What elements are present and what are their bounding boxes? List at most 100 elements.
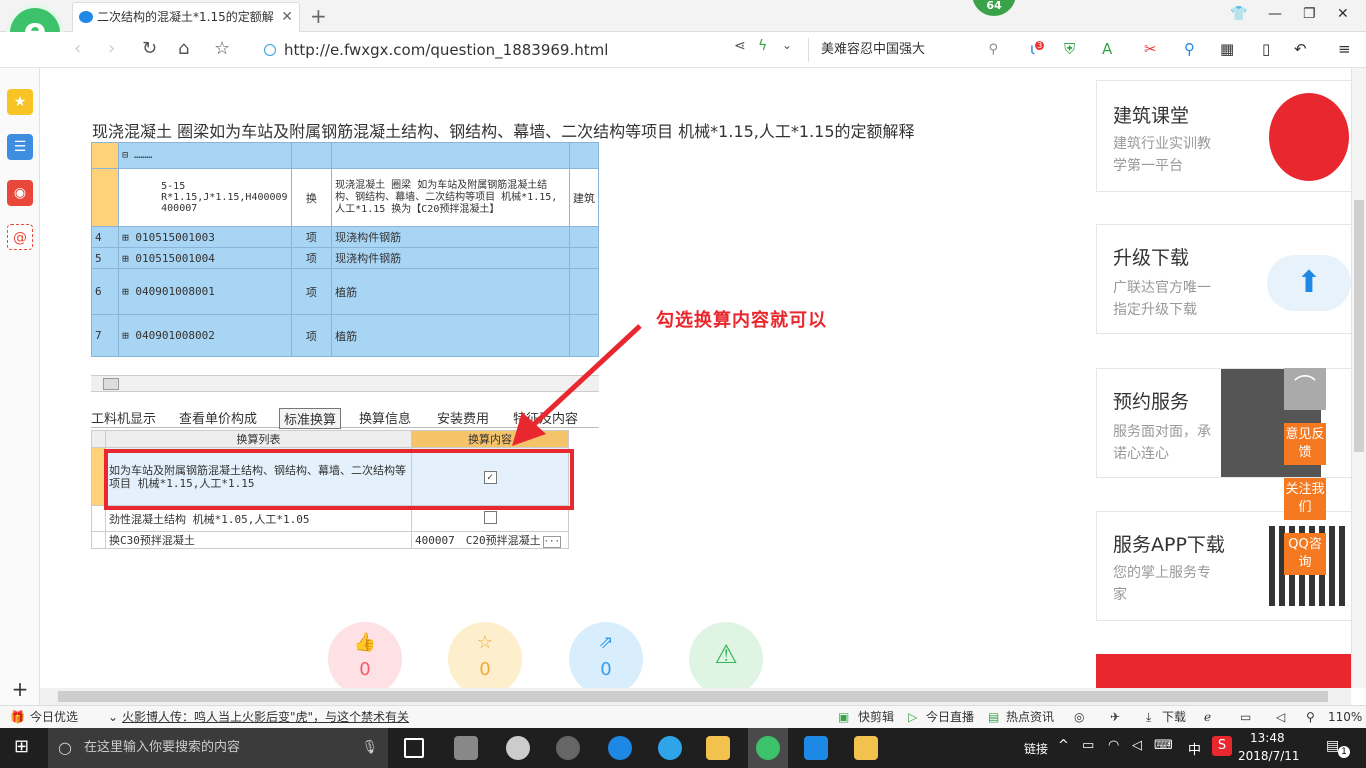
ad-card[interactable]: 建筑课堂 建筑行业实训教 学第一平台 (1096, 80, 1352, 192)
edge-icon[interactable] (608, 736, 632, 760)
scroll-thumb[interactable] (103, 378, 119, 390)
apps-icon[interactable]: ▦ (1220, 40, 1234, 58)
favorite-button[interactable]: ☆ 0 (448, 622, 522, 696)
status-item[interactable]: 快剪辑 (858, 706, 894, 728)
security-icon[interactable]: ⛨ (1064, 40, 1075, 58)
tray-link[interactable]: 链接 (1024, 740, 1048, 757)
refresh-icon[interactable]: ↻ (142, 38, 157, 59)
browser-icon[interactable]: ℯ (1204, 706, 1211, 728)
forward-icon[interactable]: › (108, 38, 115, 59)
scroll-thumb[interactable] (1354, 200, 1364, 452)
reading-mode-icon[interactable]: ▯ (1262, 40, 1270, 58)
speed-icon[interactable]: ◎ (1074, 706, 1084, 728)
chat-app-icon[interactable] (804, 736, 828, 760)
expand-icon[interactable]: ⊞ (122, 252, 135, 265)
horizontal-scrollbar[interactable] (40, 688, 1351, 705)
report-button[interactable]: ⚠ (689, 622, 763, 696)
tab-conversion-info[interactable]: 换算信息 (359, 408, 411, 427)
ime-language[interactable]: 中 (1188, 739, 1201, 758)
follow-button[interactable]: 关注我们 (1284, 478, 1326, 520)
qq-button[interactable]: QQ咨询 (1284, 533, 1326, 575)
feedback-button[interactable]: 意见反馈 (1284, 423, 1326, 465)
chevron-down-icon[interactable]: ⌄ (782, 38, 792, 52)
back-icon[interactable]: ‹ (74, 38, 81, 59)
status-item[interactable]: 热点资讯 (1006, 706, 1054, 728)
window-icon[interactable]: ▭ (1240, 706, 1251, 728)
tab-unit-price[interactable]: 查看单价构成 (179, 408, 257, 427)
task-view-icon[interactable] (404, 738, 424, 758)
folder-icon[interactable] (706, 736, 730, 760)
status-item[interactable]: 今日直播 (926, 706, 974, 728)
browser-tab[interactable]: 二次结构的混凝土*1.15的定额解 ✕ (72, 2, 300, 32)
status-item[interactable]: 下载 (1162, 706, 1186, 728)
notification-badge[interactable]: 64 (972, 0, 1016, 16)
zoom-level[interactable]: 110% (1328, 706, 1362, 728)
ad-card[interactable]: 升级下载 广联达官方唯一 指定升级下载 ⬆ (1096, 224, 1352, 334)
like-button[interactable]: 👍 0 (328, 622, 402, 696)
mail-icon[interactable]: @ (7, 224, 33, 250)
chevron-down-icon[interactable]: ⌄ (108, 706, 118, 728)
clock-date[interactable]: 2018/7/11 (1238, 749, 1300, 763)
sound-icon[interactable]: ◁ (1276, 706, 1285, 728)
sogou-icon[interactable]: S (1212, 736, 1232, 756)
undo-icon[interactable]: ↶ (1294, 40, 1307, 58)
ie-icon[interactable] (658, 736, 682, 760)
windows-start-icon[interactable]: ⊞ (14, 736, 29, 757)
wifi-icon[interactable]: ◠ (1108, 738, 1119, 753)
news-link[interactable]: 火影博人传：鸣人当上火影后变"虎"，与这个禁术有关 (122, 706, 409, 728)
conversion-checkbox[interactable] (483, 510, 497, 524)
microphone-icon[interactable]: 🎙 (361, 728, 378, 768)
page-scrollbar[interactable] (1351, 68, 1366, 688)
ad-banner[interactable] (1096, 654, 1352, 688)
minimize-icon[interactable]: — (1268, 6, 1282, 22)
notes-app-icon[interactable] (854, 736, 878, 760)
scissors-icon[interactable]: ✂ (1144, 40, 1157, 58)
share-icon[interactable]: ⋖ (734, 38, 746, 54)
pin-icon[interactable]: ✈ (1110, 706, 1120, 728)
scroll-thumb[interactable] (58, 691, 1328, 702)
expand-icon[interactable]: ⊞ (122, 285, 135, 298)
conversion-row[interactable]: 换C30预拌混凝土 400007 C20预拌混凝土 ··· (91, 531, 569, 549)
battery-icon[interactable]: ▭ (1082, 738, 1094, 753)
home-icon[interactable]: ⌂ (178, 38, 189, 59)
fan-app-icon[interactable] (454, 736, 478, 760)
tab-material[interactable]: 工料机显示 (91, 408, 156, 427)
maximize-icon[interactable]: ❐ (1303, 6, 1316, 22)
favorite-icon[interactable]: ☆ (214, 38, 230, 59)
add-icon[interactable]: + (7, 676, 33, 702)
today-picks[interactable]: 今日优选 (30, 706, 78, 728)
back-to-top-icon[interactable]: ⌒ (1284, 368, 1326, 410)
expand-icon[interactable]: ⊞ (122, 329, 135, 342)
translate-icon[interactable]: A (1102, 40, 1112, 58)
list-icon[interactable]: ☰ (7, 134, 33, 160)
close-window-icon[interactable]: ✕ (1337, 6, 1349, 22)
search-icon[interactable]: ⚲ (988, 38, 998, 62)
address-bar[interactable]: http://e.fwxgx.com/question_1883969.html (262, 38, 802, 62)
volume-icon[interactable]: ◁ (1132, 738, 1142, 753)
lightning-icon[interactable]: ϟ (758, 38, 767, 54)
taskbar-search[interactable]: ○ 在这里输入你要搜索的内容 🎙 (48, 728, 388, 768)
tab-install-fee[interactable]: 安装费用 (437, 408, 489, 427)
close-tab-icon[interactable]: ✕ (281, 3, 293, 31)
expand-icon[interactable]: ⊞ (122, 231, 135, 244)
browser-task-active[interactable] (748, 728, 788, 768)
chevron-up-icon[interactable]: ^ (1058, 738, 1069, 753)
table-row[interactable]: 5 ⊞ 010515001004 项 现浇构件钢筋 (90, 247, 599, 269)
tab-standard-conversion[interactable]: 标准换算 (279, 408, 342, 429)
weibo-icon[interactable]: ◉ (7, 180, 33, 206)
search-box[interactable]: 美难容忍中国强大 ⚲ (808, 38, 1004, 62)
new-tab-icon[interactable]: + (310, 4, 327, 28)
table-row[interactable]: 6 ⊞ 040901008001 项 植筋 (90, 268, 599, 315)
clock-time[interactable]: 13:48 (1250, 731, 1285, 745)
menu-icon[interactable]: ≡ (1338, 40, 1351, 58)
share-button[interactable]: ⇗ 0 (569, 622, 643, 696)
spiral-app-icon[interactable] (556, 736, 580, 760)
keyboard-icon[interactable]: ⌨ (1154, 738, 1173, 753)
extension-icon[interactable]: ι3 (1030, 40, 1045, 58)
shirt-icon[interactable]: 👕 (1230, 6, 1247, 22)
magnifier-icon[interactable]: ⚲ (1184, 40, 1195, 58)
more-icon[interactable]: ··· (542, 536, 561, 548)
ie-dark-icon[interactable] (506, 736, 530, 760)
table-row[interactable]: 4 ⊞ 010515001003 项 现浇构件钢筋 (90, 226, 599, 248)
favorites-icon[interactable]: ★ (7, 89, 33, 115)
